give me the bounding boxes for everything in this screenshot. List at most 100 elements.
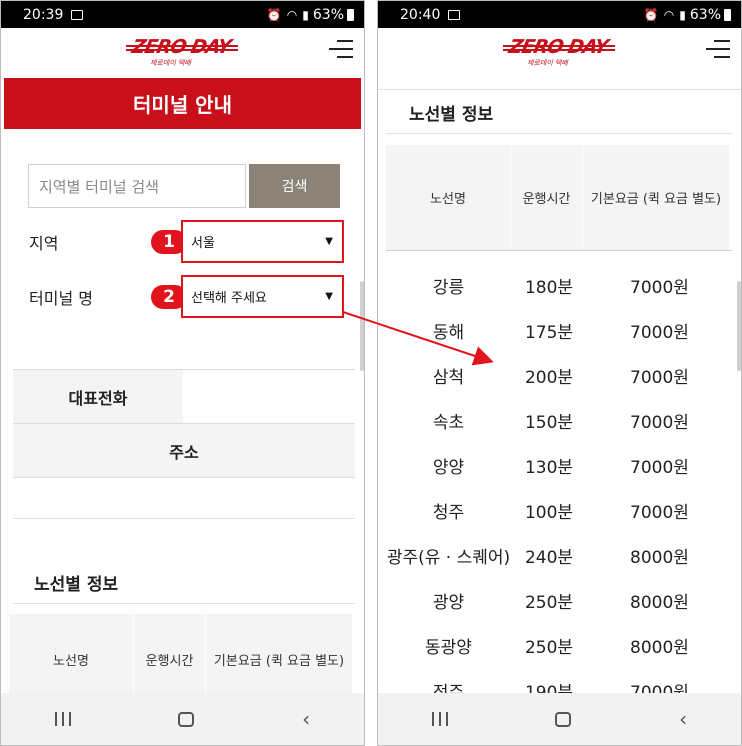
search-placeholder: 지역별 터미널 검색 xyxy=(39,177,159,196)
recent-apps-icon[interactable] xyxy=(54,712,71,726)
route-section-title: 노선별 정보 xyxy=(34,575,119,595)
route-fare-cell: 7000원 xyxy=(630,278,689,298)
logo-text: ZERO DAY xyxy=(129,36,233,58)
status-bar: 20:40 ⏰ ◠ ▮ 63% xyxy=(378,1,741,28)
region-select-value: 서울 xyxy=(191,236,215,251)
route-section-title: 노선별 정보 xyxy=(409,105,494,125)
caret-down-icon: ▼ xyxy=(325,291,333,302)
terminal-search-input[interactable]: 지역별 터미널 검색 xyxy=(28,164,246,208)
caret-down-icon: ▼ xyxy=(325,236,333,247)
scroll-handle[interactable] xyxy=(360,281,364,371)
menu-icon[interactable] xyxy=(706,40,730,60)
back-icon[interactable]: ‹ xyxy=(679,709,687,729)
back-icon[interactable]: ‹ xyxy=(302,709,310,729)
terminal-select-value: 선택해 주세요 xyxy=(191,291,267,306)
zero-day-logo[interactable]: ZERO DAY 제로데이 택배 xyxy=(126,36,238,70)
route-name-cell: 광주(유 · 스퀘어) xyxy=(386,548,511,568)
battery-percent: 63% xyxy=(312,6,344,23)
terminal-name-label: 터미널 명 xyxy=(29,289,93,308)
terminal-info-table: 대표전화 주소 xyxy=(13,369,355,478)
route-time-cell: 150분 xyxy=(524,413,574,433)
route-name-cell: 삼척 xyxy=(432,368,465,388)
menu-icon[interactable] xyxy=(329,40,353,60)
route-time-cell: 100분 xyxy=(524,503,574,523)
route-time-cell: 175분 xyxy=(524,323,574,343)
logo-text: ZERO DAY xyxy=(506,36,610,58)
route-name-cell: 광양 xyxy=(432,593,465,613)
wifi-icon: ◠ xyxy=(286,7,298,22)
header-route-name: 노선명 xyxy=(386,145,511,250)
header-divider xyxy=(386,250,732,251)
phone-label: 대표전화 xyxy=(13,370,183,423)
signal-icon: ▮ xyxy=(302,7,309,22)
zero-day-logo[interactable]: ZERO DAY 제로데이 택배 xyxy=(503,36,615,70)
battery-icon xyxy=(724,8,731,21)
recent-apps-icon[interactable] xyxy=(431,712,448,726)
route-time-cell: 250분 xyxy=(524,638,574,658)
route-fare-cell: 7000원 xyxy=(630,323,689,343)
page-title: 터미널 안내 xyxy=(4,78,361,129)
terminal-select[interactable]: 선택해 주세요 ▼ xyxy=(181,275,344,318)
android-navbar: ‹ xyxy=(378,693,741,745)
route-name-cell: 강릉 xyxy=(432,278,465,298)
route-table-header: 노선명 운행시간 기본요금 (퀵 요금 별도) xyxy=(9,614,352,704)
route-time-cell: 240분 xyxy=(524,548,574,568)
header-run-time: 운행시간 xyxy=(134,614,206,704)
status-time: 20:39 xyxy=(23,6,64,23)
home-icon[interactable] xyxy=(555,711,572,727)
section-divider xyxy=(13,518,355,519)
route-row: 동광양 250분 8000원 xyxy=(386,623,732,668)
route-fare-cell: 7000원 xyxy=(630,458,689,478)
status-time: 20:40 xyxy=(400,6,441,23)
image-icon xyxy=(448,9,461,20)
route-fare-cell: 7000원 xyxy=(630,503,689,523)
phone-value xyxy=(183,370,355,423)
right-phone-screen: 20:40 ⏰ ◠ ▮ 63% ZERO DAY 제로데이 택배 노선별 정보 … xyxy=(377,0,742,746)
battery-icon xyxy=(347,8,354,21)
route-fare-cell: 8000원 xyxy=(630,593,689,613)
route-name-cell: 속초 xyxy=(432,413,465,433)
section-divider xyxy=(13,603,355,604)
route-name-cell: 양양 xyxy=(432,458,465,478)
route-name-cell: 동해 xyxy=(432,323,465,343)
header-base-fare: 기본요금 (퀵 요금 별도) xyxy=(590,192,722,207)
address-label: 주소 xyxy=(13,424,355,478)
route-fare-cell: 7000원 xyxy=(630,368,689,388)
android-navbar: ‹ xyxy=(1,693,364,745)
wifi-icon: ◠ xyxy=(663,7,675,22)
home-icon[interactable] xyxy=(178,711,195,727)
route-fare-cell: 8000원 xyxy=(630,548,689,568)
route-row: 동해 175분 7000원 xyxy=(386,308,732,353)
header-run-time: 운행시간 xyxy=(511,145,583,250)
route-fare-cell: 7000원 xyxy=(630,413,689,433)
route-row: 양양 130분 7000원 xyxy=(386,443,732,488)
region-label: 지역 xyxy=(29,234,59,253)
route-fare-cell: 8000원 xyxy=(630,638,689,658)
scroll-handle[interactable] xyxy=(737,281,741,371)
header-divider xyxy=(378,89,741,90)
route-time-cell: 250분 xyxy=(524,593,574,613)
header-route-name: 노선명 xyxy=(9,614,134,704)
route-row: 청주 100분 7000원 xyxy=(386,488,732,533)
route-time-cell: 200분 xyxy=(524,368,574,388)
battery-percent: 63% xyxy=(689,6,721,23)
route-time-cell: 130분 xyxy=(524,458,574,478)
region-select[interactable]: 서울 ▼ xyxy=(181,220,344,263)
signal-icon: ▮ xyxy=(679,7,686,22)
route-name-cell: 동광양 xyxy=(425,638,472,658)
status-bar: 20:39 ⏰ ◠ ▮ 63% xyxy=(1,1,364,28)
route-table-header: 노선명 운행시간 기본요금 (퀵 요금 별도) xyxy=(386,145,729,250)
left-phone-screen: 20:39 ⏰ ◠ ▮ 63% ZERO DAY 제로데이 택배 터미널 안내 … xyxy=(0,0,365,746)
logo-subtext: 제로데이 택배 xyxy=(150,59,191,67)
section-divider xyxy=(386,133,732,134)
alarm-icon: ⏰ xyxy=(643,7,659,22)
alarm-icon: ⏰ xyxy=(266,7,282,22)
route-name-cell: 청주 xyxy=(432,503,465,523)
site-header: ZERO DAY 제로데이 택배 xyxy=(1,28,364,78)
search-button[interactable]: 검색 xyxy=(249,164,340,208)
header-base-fare: 기본요금 (퀵 요금 별도) xyxy=(213,653,345,669)
route-time-cell: 180분 xyxy=(524,278,574,298)
route-row: 속초 150분 7000원 xyxy=(386,398,732,443)
route-row: 삼척 200분 7000원 xyxy=(386,353,732,398)
route-row: 광양 250분 8000원 xyxy=(386,578,732,623)
